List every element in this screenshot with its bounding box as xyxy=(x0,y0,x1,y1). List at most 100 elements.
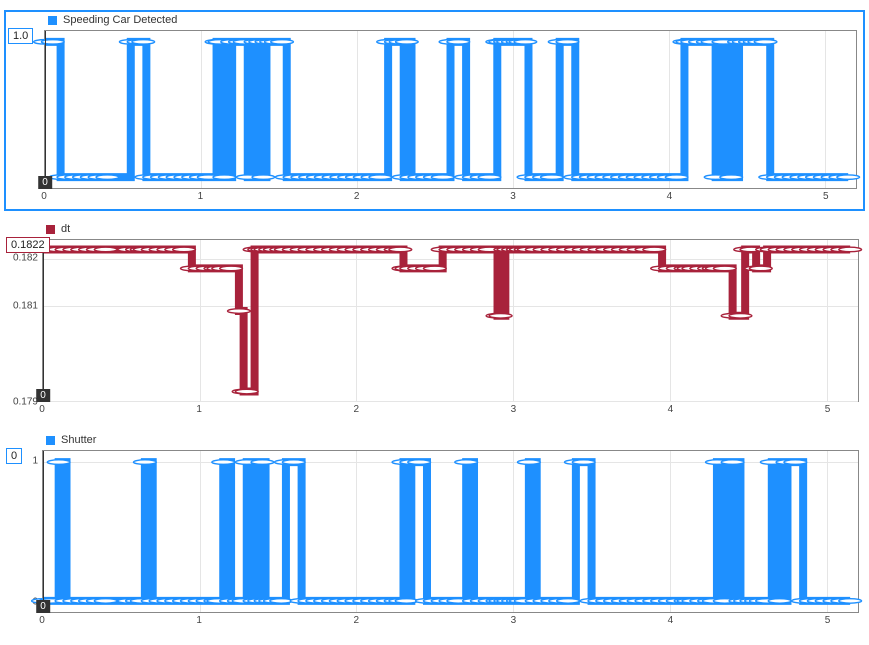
data-marker xyxy=(173,247,196,252)
data-marker xyxy=(220,266,243,271)
data-marker xyxy=(270,599,293,604)
time-cursor-line[interactable] xyxy=(45,31,46,188)
data-marker xyxy=(837,175,860,179)
legend[interactable]: Shutter xyxy=(46,434,96,446)
x-tick: 5 xyxy=(823,191,829,202)
data-marker xyxy=(665,175,688,179)
y-axis xyxy=(6,30,42,189)
data-marker xyxy=(96,175,119,179)
data-marker xyxy=(389,247,412,252)
x-tick: 5 xyxy=(825,615,831,626)
time-cursor-badge[interactable]: 0 xyxy=(38,176,52,189)
x-tick: 4 xyxy=(668,404,674,415)
data-marker xyxy=(721,460,744,465)
data-marker xyxy=(557,599,580,604)
data-marker xyxy=(447,40,470,44)
x-tick: 5 xyxy=(825,404,831,415)
x-tick: 2 xyxy=(353,615,359,626)
data-marker xyxy=(369,175,392,179)
data-marker xyxy=(282,460,305,465)
legend[interactable]: Speeding Car Detected xyxy=(48,14,177,26)
legend-label: dt xyxy=(61,223,70,235)
scope-panel-0[interactable]: Speeding Car Detected00123451.0 xyxy=(4,10,865,211)
data-marker xyxy=(784,460,807,465)
data-marker xyxy=(489,314,512,319)
data-marker xyxy=(713,266,736,271)
data-marker xyxy=(133,460,156,465)
data-marker xyxy=(423,266,446,271)
x-axis: 0 1 2 3 4 5 xyxy=(42,404,859,418)
data-marker xyxy=(228,309,251,314)
time-cursor-badge[interactable]: 0 xyxy=(36,600,50,613)
data-marker xyxy=(271,40,294,44)
series-svg xyxy=(43,240,858,401)
x-tick: 3 xyxy=(511,615,517,626)
x-tick: 1 xyxy=(198,191,204,202)
x-tick: 0 xyxy=(39,404,45,415)
scope-page: Speeding Car Detected00123451.0dt0.1790.… xyxy=(0,0,869,645)
data-marker xyxy=(729,314,752,319)
x-tick: 0 xyxy=(41,191,47,202)
plot-area[interactable]: 0 xyxy=(42,239,859,402)
scope-panel-2[interactable]: Shutter0100123450 xyxy=(4,432,865,633)
legend-swatch xyxy=(46,436,55,445)
data-marker xyxy=(408,460,431,465)
series-svg xyxy=(45,31,856,188)
time-cursor-line[interactable] xyxy=(43,451,44,612)
data-marker xyxy=(478,175,501,179)
time-cursor-badge[interactable]: 0 xyxy=(36,389,50,402)
data-marker xyxy=(47,460,70,465)
y-tick: 0.181 xyxy=(4,301,38,312)
x-tick: 2 xyxy=(353,404,359,415)
scope-panel-1[interactable]: dt0.1790.1810.18200123450.1822 xyxy=(4,221,865,422)
x-tick: 2 xyxy=(354,191,360,202)
x-tick: 3 xyxy=(511,404,517,415)
data-marker xyxy=(94,247,117,252)
data-marker xyxy=(643,247,666,252)
y-axis: 0.1790.1810.182 xyxy=(4,239,40,402)
data-marker xyxy=(395,40,418,44)
data-marker xyxy=(572,460,595,465)
data-marker xyxy=(514,40,537,44)
data-marker xyxy=(94,599,117,604)
data-marker xyxy=(213,175,236,179)
legend[interactable]: dt xyxy=(46,223,70,235)
legend-swatch xyxy=(48,16,57,25)
series-line xyxy=(43,462,850,601)
data-marker xyxy=(395,599,418,604)
x-axis: 0 1 2 3 4 5 xyxy=(42,615,859,629)
y-tick: 0.179 xyxy=(4,397,38,408)
legend-label: Shutter xyxy=(61,434,96,446)
x-tick: 1 xyxy=(196,404,202,415)
data-marker xyxy=(132,40,155,44)
data-marker xyxy=(455,460,478,465)
y-tick: 0.182 xyxy=(4,253,38,264)
x-tick: 3 xyxy=(510,191,516,202)
x-tick: 4 xyxy=(668,615,674,626)
data-marker xyxy=(251,460,274,465)
plot-area[interactable]: 0 xyxy=(42,450,859,613)
legend-label: Speeding Car Detected xyxy=(63,14,177,26)
data-marker xyxy=(754,40,777,44)
series-line xyxy=(45,42,848,177)
time-cursor-line[interactable] xyxy=(43,240,44,401)
x-tick: 4 xyxy=(667,191,673,202)
data-marker xyxy=(768,599,791,604)
data-marker xyxy=(252,175,275,179)
data-marker xyxy=(235,389,258,394)
data-marker xyxy=(212,460,235,465)
cursor-value-badge[interactable]: 0 xyxy=(6,448,22,464)
data-marker xyxy=(431,175,454,179)
x-axis: 0 1 2 3 4 5 xyxy=(44,191,857,205)
data-marker xyxy=(749,266,772,271)
x-tick: 0 xyxy=(39,615,45,626)
x-tick: 1 xyxy=(196,615,202,626)
plot-area[interactable]: 0 xyxy=(44,30,857,189)
data-marker xyxy=(541,175,564,179)
data-marker xyxy=(720,175,743,179)
cursor-value-badge[interactable]: 1.0 xyxy=(8,28,33,44)
data-marker xyxy=(556,40,579,44)
cursor-value-badge[interactable]: 0.1822 xyxy=(6,237,50,253)
data-marker xyxy=(517,460,540,465)
data-marker xyxy=(839,599,862,604)
